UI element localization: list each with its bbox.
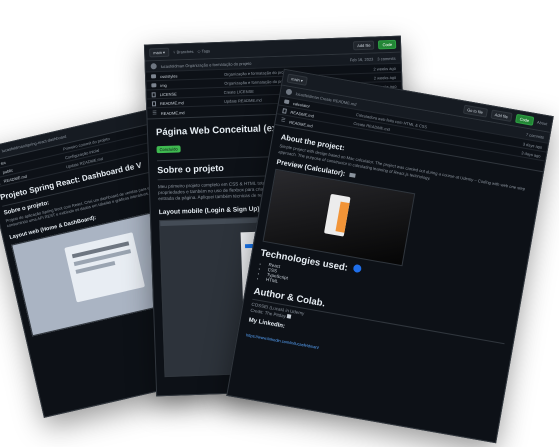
avatar: [285, 88, 293, 96]
commit-count[interactable]: 7 commits: [526, 131, 545, 139]
commit-time: 2 weeks ago: [373, 74, 397, 81]
commit-time: Feb 16, 2023: [349, 56, 374, 62]
calculator-emoji-icon: [348, 173, 356, 179]
folder-icon: [150, 74, 157, 79]
avatar: [150, 63, 157, 70]
code-button[interactable]: Code: [378, 39, 397, 50]
square-icon: [286, 314, 292, 320]
list-icon: ☰: [280, 117, 286, 124]
about-label: About: [536, 119, 548, 127]
file-name[interactable]: css/styles: [160, 71, 220, 79]
branch-button[interactable]: main ▾: [286, 73, 308, 86]
readme-tab[interactable]: README.md: [161, 108, 221, 116]
go-to-file-button[interactable]: Go to file: [462, 104, 488, 118]
repo-card-front: main ▾ Go to file Add file Code About lu…: [226, 68, 554, 444]
folder-icon: [283, 99, 290, 105]
list-icon: ☰: [152, 110, 157, 117]
file-icon: [282, 107, 288, 114]
add-file-button[interactable]: Add file: [490, 109, 513, 122]
commit-time: 2 weeks ago: [373, 65, 396, 72]
code-button[interactable]: Code: [515, 113, 534, 126]
status-badge: Concluído: [156, 145, 181, 154]
file-name[interactable]: README.md: [160, 98, 220, 106]
file-icon: [151, 100, 157, 106]
file-name[interactable]: img: [160, 80, 220, 87]
file-icon: [151, 91, 156, 97]
linkedin-link[interactable]: https://www.linkedin.com/in/lucasfeldman…: [246, 333, 320, 351]
tags-link[interactable]: ◇ Tags: [197, 48, 210, 53]
folder-icon: [151, 83, 157, 88]
branch-button[interactable]: main ▾: [149, 47, 170, 58]
branches-link[interactable]: ⑂ Branches: [173, 49, 194, 55]
file-name[interactable]: LICENSE: [160, 89, 220, 97]
react-icon: [352, 264, 363, 274]
add-file-button[interactable]: Add file: [353, 40, 375, 51]
commit-count[interactable]: 3 commits: [377, 55, 395, 61]
